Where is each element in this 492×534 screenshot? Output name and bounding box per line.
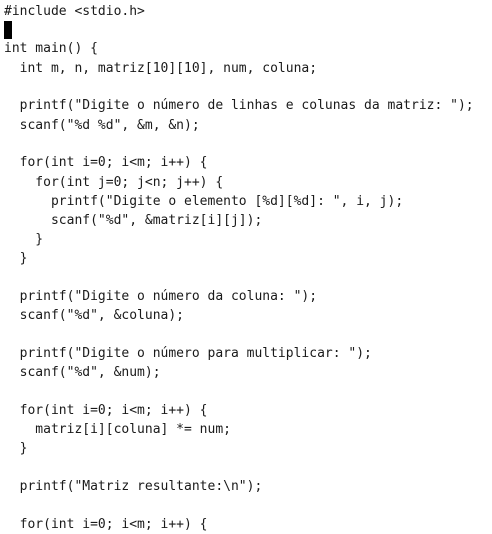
code-line: matriz[i][coluna] *= num; (4, 422, 231, 437)
code-editor[interactable]: #include <stdio.h> int main() { int m, n… (0, 0, 492, 534)
code-line: for(int i=0; i<m; i++) { (4, 517, 208, 532)
code-line: scanf("%d", &matriz[i][j]); (4, 213, 263, 228)
code-line: scanf("%d %d", &m, &n); (4, 118, 200, 133)
code-line: } (4, 232, 44, 247)
code-line: printf("Matriz resultante:\n"); (4, 479, 263, 494)
code-line: for(int i=0; i<m; i++) { (4, 155, 208, 170)
code-line: printf("Digite o número da coluna: "); (4, 289, 318, 304)
code-line: printf("Digite o elemento [%d][%d]: ", i… (4, 194, 404, 209)
code-line: printf("Digite o número para multiplicar… (4, 346, 372, 361)
code-line: for(int i=0; i<m; i++) { (4, 403, 208, 418)
code-line: } (4, 251, 28, 266)
code-line: scanf("%d", &coluna); (4, 308, 185, 323)
code-line: #include <stdio.h> (4, 4, 145, 19)
text-cursor (4, 21, 12, 39)
code-line: int main() { (4, 41, 98, 56)
code-line: int m, n, matriz[10][10], num, coluna; (4, 61, 318, 76)
code-line: scanf("%d", &num); (4, 365, 161, 380)
code-line: } (4, 441, 28, 456)
code-line: for(int j=0; j<n; j++) { (4, 175, 224, 190)
code-line: printf("Digite o número de linhas e colu… (4, 98, 474, 113)
